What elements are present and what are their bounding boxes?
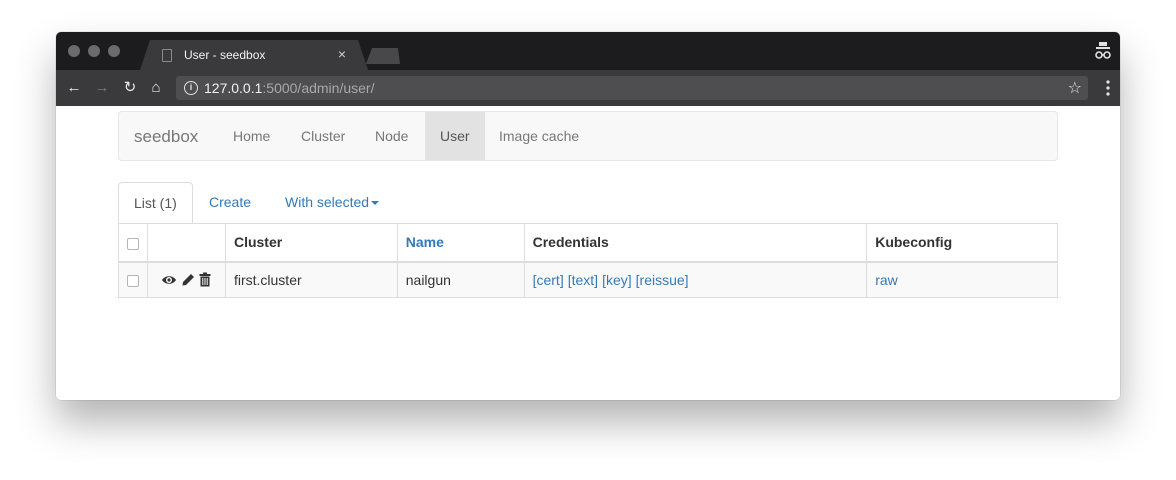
tab-close-icon[interactable]: × <box>338 46 346 62</box>
nav-item-home[interactable]: Home <box>218 112 285 160</box>
column-header-credentials: Credentials <box>523 223 868 263</box>
tab-create[interactable]: Create <box>194 182 266 224</box>
tab-strip: User - seedbox × <box>56 32 1120 70</box>
cert-link[interactable]: [cert] <box>533 272 564 288</box>
row-select-cell <box>118 261 148 298</box>
incognito-icon <box>1095 42 1111 59</box>
window-minimize-button[interactable] <box>88 45 100 57</box>
select-all-cell <box>118 223 148 263</box>
tab-list[interactable]: List (1) <box>118 182 193 224</box>
kebab-menu-icon[interactable] <box>1106 79 1110 97</box>
browser-toolbar: ← → ↻ ⌂ i 127.0.0.1:5000/admin/user/ ☆ <box>56 70 1120 106</box>
eye-icon[interactable] <box>161 274 177 286</box>
top-navbar: seedbox Home Cluster Node User Image cac… <box>118 111 1058 161</box>
view-tabs: List (1) Create With selected <box>118 182 1058 224</box>
info-icon[interactable]: i <box>184 81 198 95</box>
column-header-name: Name <box>396 223 525 263</box>
bookmark-star-icon[interactable]: ☆ <box>1068 78 1082 98</box>
url-host: 127.0.0.1 <box>204 80 263 96</box>
nav-item-user[interactable]: User <box>425 112 485 160</box>
new-tab-button[interactable] <box>366 48 400 64</box>
url-path: :5000/admin/user/ <box>262 80 375 96</box>
sort-name-link[interactable]: Name <box>406 234 444 250</box>
row-actions-cell <box>147 261 226 298</box>
nav-item-cluster[interactable]: Cluster <box>286 112 360 160</box>
back-arrow-icon[interactable]: ← <box>64 78 84 98</box>
reload-icon[interactable]: ↻ <box>120 78 140 98</box>
raw-kubeconfig-link[interactable]: raw <box>875 272 898 288</box>
window-close-button[interactable] <box>68 45 80 57</box>
nav-item-image-cache[interactable]: Image cache <box>484 112 594 160</box>
window-zoom-button[interactable] <box>108 45 120 57</box>
page-viewport: seedbox Home Cluster Node User Image cac… <box>56 106 1120 400</box>
key-link[interactable]: [key] <box>602 272 632 288</box>
pencil-icon[interactable] <box>181 273 195 287</box>
with-selected-label: With selected <box>285 194 370 210</box>
browser-window: User - seedbox × ← → ↻ ⌂ i 127.0.0.1:500… <box>56 32 1120 400</box>
table-header-row: Cluster Name Credentials Kubeconfig <box>118 223 1058 263</box>
column-header-kubeconfig: Kubeconfig <box>866 223 1058 263</box>
browser-tab-active[interactable]: User - seedbox × <box>140 40 368 70</box>
home-icon[interactable]: ⌂ <box>146 78 166 98</box>
select-all-checkbox[interactable] <box>127 237 139 250</box>
row-checkbox[interactable] <box>127 275 139 288</box>
user-list-table: Cluster Name Credentials Kubeconfig firs… <box>118 223 1058 298</box>
text-link[interactable]: [text] <box>568 272 598 288</box>
url-text: 127.0.0.1:5000/admin/user/ <box>204 80 374 96</box>
nav-item-node[interactable]: Node <box>360 112 423 160</box>
cell-kubeconfig: raw <box>866 261 1058 298</box>
browser-tab-title: User - seedbox <box>184 48 266 62</box>
actions-header <box>147 223 226 263</box>
brand-link[interactable]: seedbox <box>134 127 198 147</box>
cell-name: nailgun <box>396 261 525 298</box>
trash-icon[interactable] <box>199 272 211 287</box>
forward-arrow-icon[interactable]: → <box>92 78 112 98</box>
address-bar[interactable]: i 127.0.0.1:5000/admin/user/ ☆ <box>176 76 1088 100</box>
column-header-cluster: Cluster <box>224 223 398 263</box>
cell-credentials: [cert] [text] [key] [reissue] <box>523 261 868 298</box>
cell-cluster: first.cluster <box>224 261 398 298</box>
caret-down-icon <box>371 201 380 206</box>
tab-with-selected[interactable]: With selected <box>270 182 394 224</box>
reissue-link[interactable]: [reissue] <box>636 272 689 288</box>
table-row: first.cluster nailgun [cert] [text] [key][… <box>118 261 1058 298</box>
page-icon <box>162 49 172 62</box>
